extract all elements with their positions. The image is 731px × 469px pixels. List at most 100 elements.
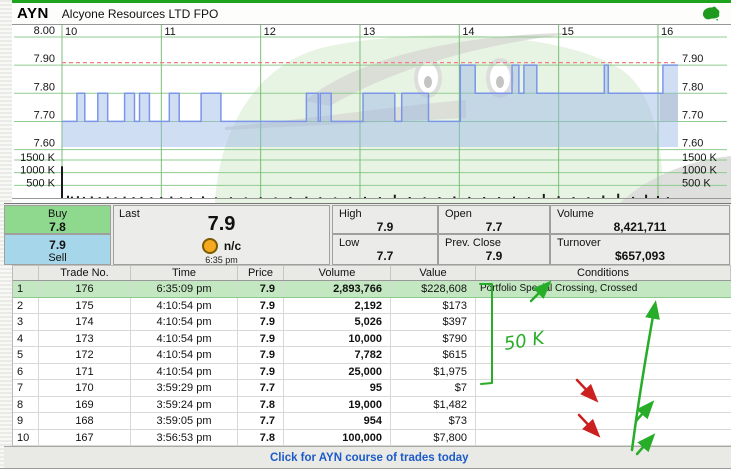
cell-value: $228,608 xyxy=(391,281,476,297)
turnover-value: $657,093 xyxy=(551,249,729,263)
table-row[interactable]: 41734:10:54 pm7.910,000$790 xyxy=(13,331,731,348)
cell-conditions xyxy=(476,331,731,347)
cell-conditions xyxy=(476,430,731,446)
sell-quote-box[interactable]: 7.9 Sell xyxy=(4,234,111,265)
svg-text:7.80: 7.80 xyxy=(682,81,703,93)
cell-trade_no: 169 xyxy=(39,397,131,413)
cell-trade_no: 175 xyxy=(39,298,131,314)
high-label: High xyxy=(339,208,362,220)
turnover-label: Turnover xyxy=(557,237,601,249)
cell-value: $7 xyxy=(391,380,476,396)
sell-price: 7.9 xyxy=(5,238,110,252)
prev-close-value: 7.9 xyxy=(439,249,549,263)
trades-table: Trade No.TimePriceVolumeValueConditions … xyxy=(12,265,731,446)
open-cell: Open 7.7 xyxy=(438,205,550,234)
buy-price: 7.8 xyxy=(5,220,110,234)
svg-text:12: 12 xyxy=(264,26,276,38)
column-header[interactable]: Time xyxy=(131,266,238,280)
svg-text:500 K: 500 K xyxy=(682,177,711,189)
open-value: 7.7 xyxy=(439,220,549,234)
volume-cell: Volume 8,421,711 xyxy=(550,205,730,234)
svg-text:13: 13 xyxy=(363,26,375,38)
cell-volume: 2,893,766 xyxy=(284,281,391,297)
svg-text:7.60: 7.60 xyxy=(34,138,55,150)
cell-num: 1 xyxy=(13,281,39,297)
cell-volume: 2,192 xyxy=(284,298,391,314)
cell-time: 3:59:05 pm xyxy=(131,413,238,429)
column-header[interactable]: Value xyxy=(391,266,476,280)
table-row[interactable]: 11766:35:09 pm7.92,893,766$228,608Portfo… xyxy=(13,281,731,298)
prev-close-cell: Prev. Close 7.9 xyxy=(438,234,550,265)
cell-conditions xyxy=(476,397,731,413)
cell-price: 7.9 xyxy=(238,364,284,380)
cell-volume: 10,000 xyxy=(284,331,391,347)
cell-volume: 7,782 xyxy=(284,347,391,363)
column-header[interactable] xyxy=(13,266,39,280)
table-row[interactable]: 61714:10:54 pm7.925,000$1,975 xyxy=(13,364,731,381)
cell-time: 4:10:54 pm xyxy=(131,347,238,363)
svg-text:1500 K: 1500 K xyxy=(682,152,718,164)
svg-text:500 K: 500 K xyxy=(26,177,55,189)
cell-value: $397 xyxy=(391,314,476,330)
cell-price: 7.9 xyxy=(238,298,284,314)
company-name: Alcyone Resources LTD FPO xyxy=(62,7,219,21)
cell-value: $790 xyxy=(391,331,476,347)
last-price: 7.9 xyxy=(114,213,329,236)
low-cell: Low 7.7 xyxy=(332,234,438,265)
cell-volume: 25,000 xyxy=(284,364,391,380)
cell-price: 7.9 xyxy=(238,281,284,297)
table-row[interactable]: 31744:10:54 pm7.95,026$397 xyxy=(13,314,731,331)
cell-volume: 95 xyxy=(284,380,391,396)
svg-text:1000 K: 1000 K xyxy=(682,165,718,177)
svg-text:7.80: 7.80 xyxy=(34,81,55,93)
table-row[interactable]: 101673:56:53 pm7.8100,000$7,800 xyxy=(13,430,731,447)
svg-text:8.00: 8.00 xyxy=(34,25,55,37)
trades-table-header: Trade No.TimePriceVolumeValueConditions xyxy=(13,265,731,281)
svg-text:7.70: 7.70 xyxy=(34,109,55,121)
cell-conditions xyxy=(476,347,731,363)
cell-time: 6:35:09 pm xyxy=(131,281,238,297)
cell-conditions xyxy=(476,364,731,380)
ticker-code: AYN xyxy=(17,5,49,22)
column-header[interactable]: Volume xyxy=(284,266,391,280)
cell-value: $1,975 xyxy=(391,364,476,380)
cell-price: 7.9 xyxy=(238,347,284,363)
course-of-trades-link[interactable]: Click for AYN course of trades today xyxy=(270,452,469,464)
cell-num: 8 xyxy=(13,397,39,413)
cell-trade_no: 174 xyxy=(39,314,131,330)
cell-value: $7,800 xyxy=(391,430,476,446)
australia-icon xyxy=(700,6,722,22)
cell-trade_no: 172 xyxy=(39,347,131,363)
cell-conditions xyxy=(476,314,731,330)
buy-label: Buy xyxy=(5,208,110,220)
last-label: Last xyxy=(119,208,140,220)
table-row[interactable]: 91683:59:05 pm7.7954$73 xyxy=(13,413,731,430)
table-row[interactable]: 51724:10:54 pm7.97,782$615 xyxy=(13,347,731,364)
column-header[interactable]: Conditions xyxy=(476,266,731,280)
cell-time: 4:10:54 pm xyxy=(131,298,238,314)
cell-price: 7.9 xyxy=(238,331,284,347)
turnover-cell: Turnover $657,093 xyxy=(550,234,730,265)
cell-conditions xyxy=(476,380,731,396)
cell-num: 3 xyxy=(13,314,39,330)
change-indicator: n/c xyxy=(224,239,241,253)
cell-value: $73 xyxy=(391,413,476,429)
column-header[interactable]: Price xyxy=(238,266,284,280)
table-row[interactable]: 21754:10:54 pm7.92,192$173 xyxy=(13,298,731,315)
table-row[interactable]: 81693:59:24 pm7.819,000$1,482 xyxy=(13,397,731,414)
cell-trade_no: 167 xyxy=(39,430,131,446)
last-price-cell: Last 7.9 n/c 6:35 pm xyxy=(113,205,330,265)
sell-label: Sell xyxy=(5,252,110,264)
orange-circle-icon xyxy=(202,238,218,254)
svg-text:1000 K: 1000 K xyxy=(20,165,56,177)
cell-trade_no: 171 xyxy=(39,364,131,380)
column-header[interactable]: Trade No. xyxy=(39,266,131,280)
low-value: 7.7 xyxy=(333,249,437,263)
buy-quote-box[interactable]: Buy 7.8 xyxy=(4,205,111,234)
svg-text:7.60: 7.60 xyxy=(682,138,703,150)
svg-text:7.70: 7.70 xyxy=(682,109,703,121)
title-bar: AYN Alcyone Resources LTD FPO xyxy=(12,3,731,25)
price-volume-chart: 8.007.907.907.807.807.707.707.607.601500… xyxy=(12,25,731,203)
table-row[interactable]: 71703:59:29 pm7.795$7 xyxy=(13,380,731,397)
volume-value: 8,421,711 xyxy=(551,220,729,234)
